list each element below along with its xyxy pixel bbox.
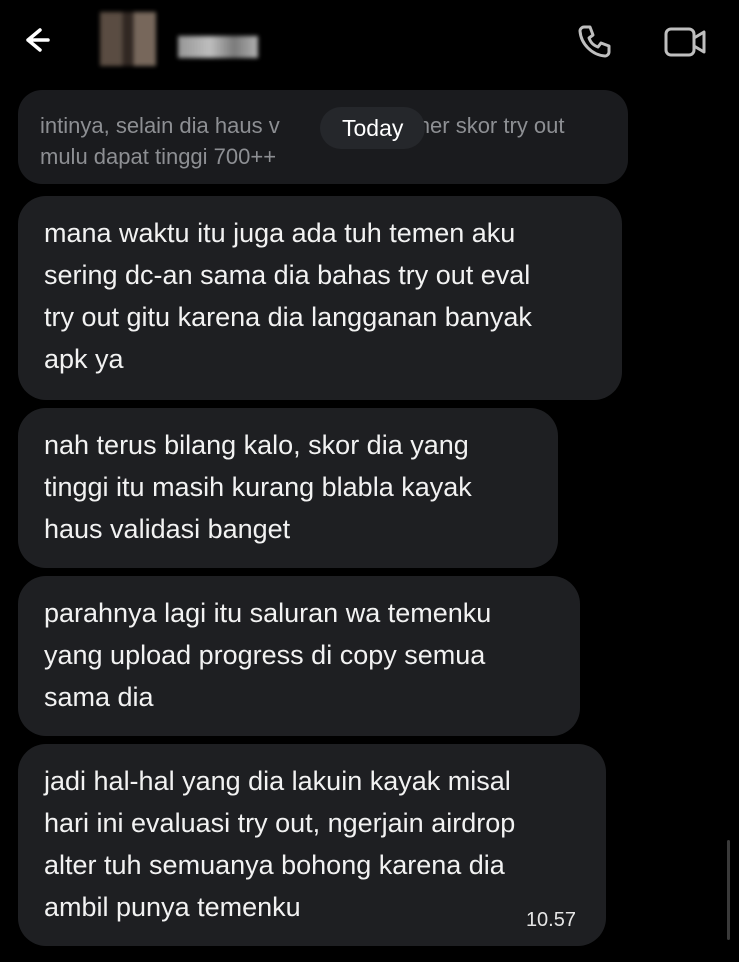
message-text: nah terus bilang kalo, skor dia yang tin…	[44, 430, 472, 544]
arrow-left-icon[interactable]	[20, 24, 52, 56]
scrollbar[interactable]	[727, 840, 730, 940]
phone-icon[interactable]	[576, 23, 612, 59]
avatar[interactable]	[100, 12, 156, 66]
contact-name[interactable]	[178, 36, 258, 58]
message-bubble[interactable]: nah terus bilang kalo, skor dia yang tin…	[18, 408, 558, 568]
message-text: parahnya lagi itu saluran wa temenku yan…	[44, 598, 492, 712]
message-text: jadi hal-hal yang dia lakuin kayak misal…	[44, 766, 516, 922]
chat-header	[0, 0, 739, 88]
message-text: mana waktu itu juga ada tuh temen aku se…	[44, 218, 532, 374]
message-bubble[interactable]: jadi hal-hal yang dia lakuin kayak misal…	[18, 744, 606, 946]
date-pill: Today	[320, 107, 426, 149]
message-bubble[interactable]: parahnya lagi itu saluran wa temenku yan…	[18, 576, 580, 736]
video-camera-icon[interactable]	[664, 27, 706, 57]
message-bubble[interactable]: mana waktu itu juga ada tuh temen aku se…	[18, 196, 622, 400]
message-timestamp: 10.57	[525, 909, 576, 931]
